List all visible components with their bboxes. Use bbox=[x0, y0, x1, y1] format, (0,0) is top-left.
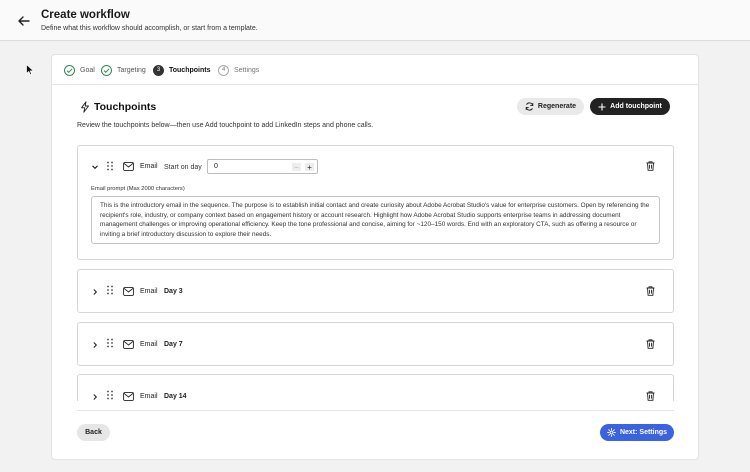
touchpoint-card[interactable]: Email Day 3 bbox=[77, 269, 674, 313]
touchpoint-day: Day 7 bbox=[164, 341, 183, 348]
touchpoint-list[interactable]: Email Start on day 0 – + Email prompt (M… bbox=[52, 139, 698, 401]
email-icon bbox=[123, 340, 134, 349]
touchpoint-type: Email bbox=[140, 393, 158, 400]
touchpoint-day: Day 3 bbox=[164, 288, 183, 295]
start-day-stepper[interactable]: 0 – + bbox=[207, 159, 318, 174]
lightning-icon bbox=[80, 101, 90, 113]
step-targeting[interactable]: Targeting bbox=[101, 64, 146, 76]
increment-button[interactable]: + bbox=[305, 163, 314, 172]
chevron-right-icon[interactable] bbox=[91, 341, 99, 349]
mouse-cursor-icon bbox=[26, 64, 34, 76]
email-prompt-label: Email prompt (Max 2000 characters) bbox=[91, 186, 185, 192]
page-subtitle: Define what this workflow should accompl… bbox=[41, 25, 258, 32]
drag-handle-icon[interactable] bbox=[106, 161, 114, 171]
start-day-label: Start on day bbox=[164, 164, 202, 171]
plus-icon bbox=[598, 103, 606, 111]
regenerate-label: Regenerate bbox=[537, 103, 577, 110]
drag-handle-icon[interactable] bbox=[106, 390, 114, 400]
drag-handle-icon[interactable] bbox=[106, 285, 114, 295]
step-number: 3 bbox=[153, 64, 164, 76]
touchpoint-card[interactable]: Email Day 7 bbox=[77, 322, 674, 366]
gear-icon bbox=[607, 428, 616, 437]
chevron-down-icon[interactable] bbox=[91, 163, 99, 171]
touchpoint-type: Email bbox=[140, 288, 158, 295]
step-label: Targeting bbox=[117, 66, 146, 74]
decrement-button[interactable]: – bbox=[292, 163, 301, 171]
back-arrow-icon[interactable] bbox=[17, 14, 31, 28]
trash-icon[interactable] bbox=[646, 161, 655, 171]
email-icon bbox=[123, 392, 134, 401]
next-settings-button[interactable]: Next: Settings bbox=[600, 424, 674, 441]
next-label: Next: Settings bbox=[619, 429, 668, 436]
step-label: Goal bbox=[80, 66, 95, 74]
chevron-right-icon[interactable] bbox=[91, 393, 99, 401]
email-icon bbox=[123, 162, 134, 171]
start-day-value[interactable]: 0 bbox=[214, 163, 218, 170]
chevron-right-icon[interactable] bbox=[91, 288, 99, 296]
touchpoint-card-expanded: Email Start on day 0 – + Email prompt (M… bbox=[77, 145, 674, 260]
page-title: Create workflow bbox=[41, 9, 130, 21]
step-label: Touchpoints bbox=[169, 66, 211, 74]
add-touchpoint-button[interactable]: Add touchpoint bbox=[590, 98, 670, 115]
trash-icon[interactable] bbox=[646, 339, 655, 349]
touchpoint-card[interactable]: Email Day 14 bbox=[77, 374, 674, 401]
trash-icon[interactable] bbox=[646, 286, 655, 296]
workflow-card: Goal Targeting 3 Touchpoints 4 Settings … bbox=[51, 54, 699, 460]
add-touchpoint-label: Add touchpoint bbox=[610, 103, 662, 110]
section-title: Touchpoints bbox=[94, 101, 157, 113]
step-touchpoints[interactable]: 3 Touchpoints bbox=[153, 64, 210, 76]
email-icon bbox=[123, 287, 134, 296]
footer-divider bbox=[77, 410, 674, 411]
step-goal[interactable]: Goal bbox=[64, 64, 95, 76]
check-icon bbox=[64, 64, 75, 76]
touchpoint-day: Day 14 bbox=[164, 393, 187, 400]
touchpoint-type: Email bbox=[140, 341, 158, 348]
drag-handle-icon[interactable] bbox=[106, 338, 114, 348]
page-header: Create workflow Define what this workflo… bbox=[0, 0, 750, 41]
stepper-nav: Goal Targeting 3 Touchpoints 4 Settings bbox=[52, 55, 698, 85]
section-description: Review the touchpoints below—then use Ad… bbox=[77, 122, 374, 129]
back-button[interactable]: Back bbox=[77, 424, 110, 441]
email-prompt-textarea[interactable]: This is the introductory email in the se… bbox=[91, 196, 660, 244]
refresh-icon bbox=[525, 102, 534, 111]
regenerate-button[interactable]: Regenerate bbox=[517, 98, 584, 115]
step-label: Settings bbox=[234, 66, 260, 74]
back-label: Back bbox=[85, 429, 102, 436]
check-icon bbox=[101, 64, 112, 76]
step-number: 4 bbox=[218, 64, 229, 76]
trash-icon[interactable] bbox=[646, 391, 655, 401]
step-settings[interactable]: 4 Settings bbox=[218, 64, 259, 76]
touchpoint-type: Email bbox=[140, 163, 158, 170]
